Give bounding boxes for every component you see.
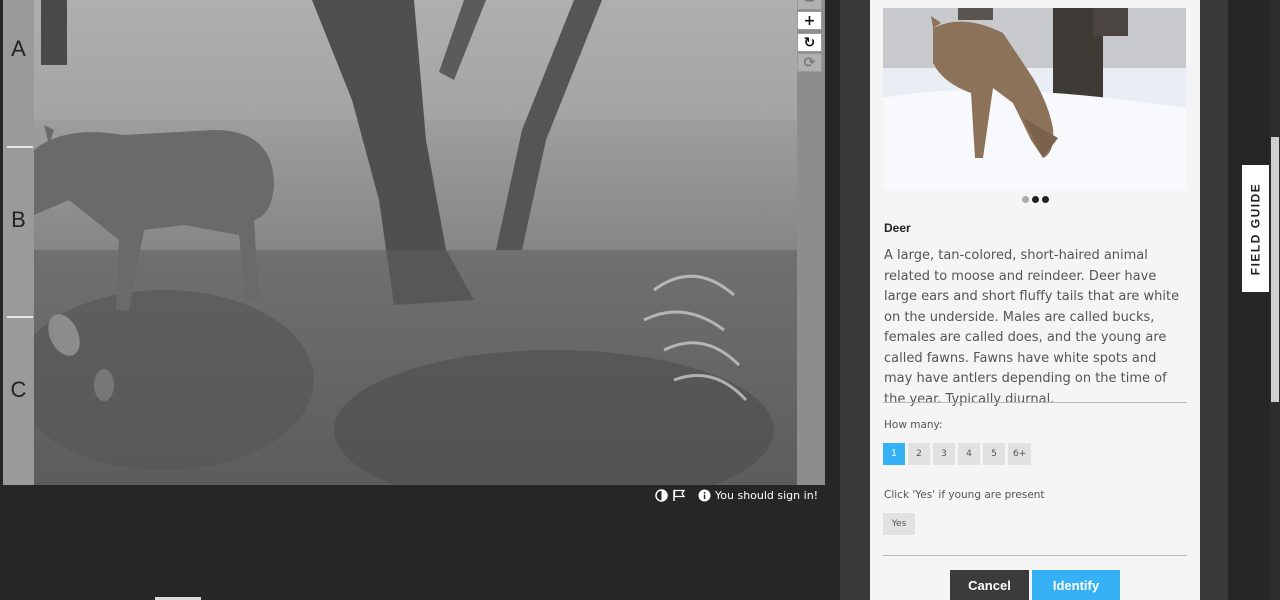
row-label-a: A <box>11 36 26 61</box>
count-option-1[interactable]: 1 <box>883 443 905 465</box>
scrollbar-thumb[interactable] <box>1271 137 1279 402</box>
row-label-b: B <box>11 207 26 232</box>
young-present-label: Click 'Yes' if young are present <box>884 489 1045 501</box>
field-guide-tab[interactable]: FIELD GUIDE <box>1242 165 1269 292</box>
species-example-image <box>883 8 1186 190</box>
plus-icon: + <box>803 12 816 29</box>
zoom-out-button[interactable]: − <box>797 0 822 10</box>
divider <box>883 555 1187 556</box>
camera-trap-photo[interactable] <box>34 0 797 485</box>
divider <box>883 402 1187 403</box>
count-selector: 1 2 3 4 5 6+ <box>883 443 1032 465</box>
count-option-4[interactable]: 4 <box>958 443 980 465</box>
count-option-5[interactable]: 5 <box>983 443 1005 465</box>
field-guide-panel: Deer A large, tan-colored, short-haired … <box>870 0 1200 600</box>
carousel-dot[interactable] <box>1041 196 1049 203</box>
count-option-6-plus[interactable]: 6+ <box>1008 443 1032 465</box>
count-option-2[interactable]: 2 <box>908 443 930 465</box>
info-icon[interactable] <box>698 489 711 502</box>
cancel-button[interactable]: Cancel <box>950 570 1029 600</box>
species-name: Deer <box>884 221 911 235</box>
viewer-control-strip <box>797 0 825 485</box>
reset-button[interactable]: ⟳ <box>797 53 822 72</box>
carousel-dot[interactable] <box>1031 196 1039 203</box>
row-label-c: C <box>10 377 27 402</box>
contrast-icon[interactable] <box>655 488 668 502</box>
identify-button[interactable]: Identify <box>1032 570 1120 600</box>
carousel-dot[interactable] <box>1021 196 1029 203</box>
count-option-3[interactable]: 3 <box>933 443 955 465</box>
image-viewer[interactable]: A B C <box>3 0 825 485</box>
how-many-label: How many: <box>884 419 943 431</box>
carousel-dots <box>870 196 1200 203</box>
zoom-in-button[interactable]: + <box>797 11 822 30</box>
young-yes-button[interactable]: Yes <box>883 513 915 535</box>
ruler-divider <box>7 316 33 318</box>
refresh-icon: ⟳ <box>803 54 816 71</box>
ruler-divider <box>7 146 33 148</box>
minus-icon: − <box>803 0 816 9</box>
page-scrollbar[interactable] <box>1270 0 1280 600</box>
field-guide-tab-label: FIELD GUIDE <box>1248 182 1263 275</box>
species-description: A large, tan-colored, short-haired anima… <box>884 248 1180 407</box>
flag-icon[interactable] <box>672 489 686 502</box>
rotate-button[interactable]: ↻ <box>797 33 822 52</box>
sign-in-message[interactable]: You should sign in! <box>715 489 818 502</box>
status-bar: You should sign in! <box>655 486 830 504</box>
rotate-icon: ↻ <box>803 34 816 51</box>
row-ruler: A B C <box>3 0 34 485</box>
